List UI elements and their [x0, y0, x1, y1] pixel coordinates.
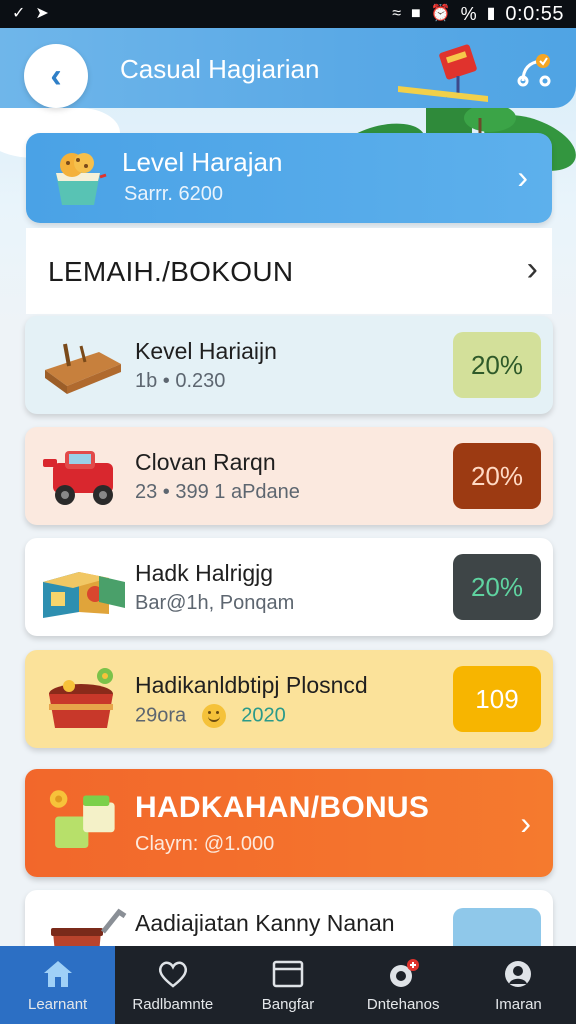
toy-car-icon	[43, 451, 113, 505]
notification-icon: ✓	[12, 5, 26, 22]
heart-icon	[156, 958, 190, 990]
alarm-icon: ⏰	[430, 5, 451, 22]
bonus-title: HADKAHAN/BONUS	[135, 791, 430, 824]
bottom-nav: Learnant Radlbamnte Bangfar Dntehanos Im…	[0, 946, 576, 1024]
nav-item-browse[interactable]: Bangfar	[230, 946, 345, 1024]
bonus-card[interactable]: HADKAHAN/BONUS Clayrn: @1.000 ›	[25, 769, 553, 877]
list-item[interactable]: Clovan Rarqn 23 • 399 1 aPdane 20%	[25, 427, 553, 525]
nav-item-camera[interactable]: Dntehanos	[346, 946, 461, 1024]
item-title: Kevel Hariaijn	[135, 338, 277, 364]
notification-icon: ➤	[35, 5, 49, 22]
item-subtitle: 23 • 399 1 aPdane	[135, 481, 300, 503]
page-title: Casual Hagiarian	[120, 54, 320, 84]
battery-icon: ▮	[486, 5, 496, 22]
battery-percent: %	[460, 3, 477, 24]
back-button[interactable]: ‹	[24, 44, 88, 108]
item-subtitle-value: 2020	[241, 704, 286, 727]
item-title: Hadikanldbtipj Plosncd	[135, 672, 368, 698]
nav-label: Learnant	[27, 995, 88, 1013]
rail-decoration	[398, 86, 488, 102]
list-item[interactable]: Hadk Halrigjg Bar@1h, Ponqam 20%	[25, 538, 553, 636]
section-title: LEMAIH./BOKOUN	[48, 256, 294, 287]
status-time: 0:0:55	[505, 2, 564, 25]
list-item[interactable]: Kevel Hariaijn 1b • 0.230 20%	[25, 316, 553, 414]
chevron-left-icon: ‹	[50, 56, 62, 95]
chevron-right-icon: ›	[520, 805, 531, 841]
nav-label: Dntehanos	[366, 995, 440, 1013]
item-title: Clovan Rarqn	[135, 449, 276, 475]
discount-badge: 20%	[453, 443, 541, 509]
item-title: Aadiajiatan Kanny Nanan	[135, 910, 395, 936]
share-icon	[517, 54, 551, 87]
nav-item-home[interactable]: Learnant	[0, 946, 116, 1024]
user-icon	[501, 958, 535, 990]
nav-label: Radlbamnte	[132, 995, 214, 1013]
discount-badge: 109	[453, 666, 541, 732]
smiley-icon	[201, 704, 226, 728]
item-subtitle: Bar@1h, Ponqam	[135, 592, 295, 614]
discount-badge: 20%	[453, 332, 541, 398]
signal-icon: ■	[410, 5, 421, 22]
chevron-right-icon: ›	[517, 159, 528, 195]
wooden-block-icon	[45, 343, 121, 394]
nav-label: Bangfar	[261, 995, 315, 1013]
wifi-icon: ≈	[392, 5, 401, 22]
camera-icon	[386, 958, 420, 990]
item-subtitle: 1b • 0.230	[135, 370, 226, 392]
status-bar: ✓ ➤ ≈ ■ ⏰ % ▮ 0:0:55	[0, 0, 576, 28]
item-title: Hadk Halrigjg	[135, 560, 274, 586]
bonus-subtitle: Clayrn: @1.000	[135, 833, 275, 855]
home-icon	[41, 958, 75, 990]
level-title: Level Harajan	[122, 147, 283, 177]
share-button[interactable]	[508, 46, 558, 96]
app-bar: ‹ Casual Hagiarian	[0, 28, 576, 108]
discount-badge: 20%	[453, 554, 541, 620]
item-subtitle-text: 29ora	[135, 704, 187, 727]
level-subtitle: Sarrr. 6200	[124, 183, 223, 205]
snack-cup-icon	[56, 153, 107, 205]
cooking-pot-icon	[49, 668, 113, 728]
level-card[interactable]: Level Harajan Sarrr. 6200 ›	[26, 133, 552, 223]
nav-item-favorites[interactable]: Radlbamnte	[115, 946, 230, 1024]
list-item[interactable]: Hadikanldbtipj Plosncd 29ora 2020 109	[25, 650, 553, 748]
toy-boxes-icon	[43, 572, 125, 618]
nav-item-profile[interactable]: Imaran	[461, 946, 576, 1024]
chevron-right-icon: ›	[526, 250, 538, 288]
browser-icon	[271, 958, 305, 990]
section-header[interactable]: LEMAIH./BOKOUN ›	[26, 228, 552, 314]
nav-label: Imaran	[495, 995, 542, 1013]
item-subtitle: 29ora 2020	[135, 704, 286, 728]
gift-blocks-icon	[49, 790, 115, 848]
